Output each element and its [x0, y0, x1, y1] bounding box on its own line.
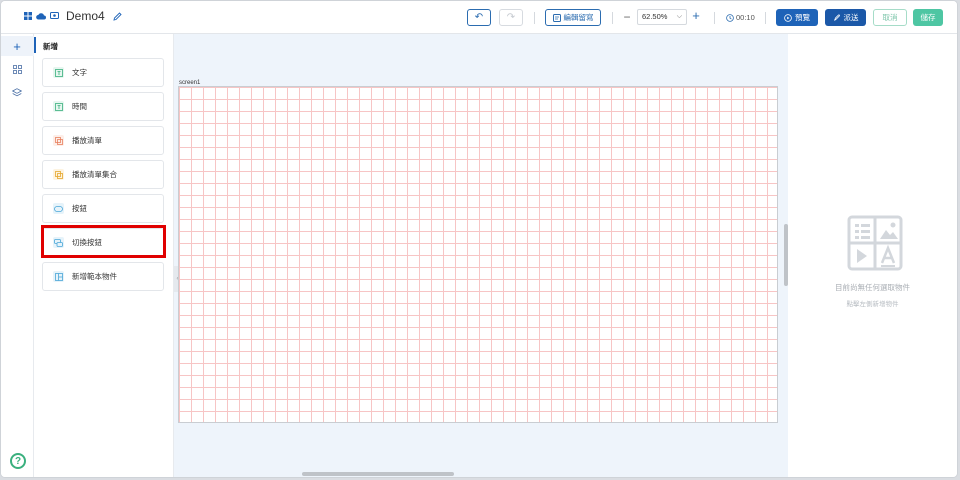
component-label: 播放清單集合: [72, 170, 117, 179]
design-screen-grid[interactable]: [178, 86, 778, 423]
cancel-label: 取消: [882, 13, 898, 22]
component-label: 按鈕: [72, 204, 87, 213]
divider: [765, 12, 766, 24]
panel-title: 新增: [43, 42, 58, 51]
top-toolbar: Demo4 ↶ ↷ 編輯留寫 − 62.50% ⌵ + 00:10 預覽 派送 …: [1, 1, 957, 34]
publish-label: 派送: [843, 13, 859, 22]
timer: 00:10: [726, 13, 755, 22]
zoom-out-button[interactable]: −: [622, 11, 632, 23]
button-icon: [53, 203, 64, 214]
publish-button[interactable]: 派送: [825, 9, 866, 26]
undo-icon: ↶: [474, 12, 484, 23]
zoom-value: 62.50%: [642, 12, 668, 21]
zoom-select[interactable]: 62.50% ⌵: [637, 9, 687, 25]
redo-icon: ↷: [506, 12, 516, 23]
app-window: Demo4 ↶ ↷ 編輯留寫 − 62.50% ⌵ + 00:10 預覽 派送 …: [0, 0, 958, 478]
zoom-in-button[interactable]: +: [691, 9, 701, 22]
template-icon: [53, 271, 64, 282]
component-item-playlist-set[interactable]: 播放清單集合: [42, 160, 164, 189]
divider: [612, 12, 613, 24]
timer-value: 00:10: [736, 13, 755, 22]
redo-button[interactable]: ↷: [499, 9, 523, 26]
edit-comment-label: 編輯留寫: [563, 13, 594, 22]
layers-icon[interactable]: [10, 85, 24, 99]
icon-rail: + ?: [1, 34, 34, 477]
help-icon[interactable]: ?: [10, 453, 26, 469]
empty-state-hint: 點擊左側新增物件: [846, 301, 899, 308]
time-icon: [53, 101, 64, 112]
save-button[interactable]: 儲存: [913, 9, 943, 26]
chevron-down-icon: ⌵: [676, 13, 682, 20]
comment-icon: [552, 13, 561, 22]
undo-button[interactable]: ↶: [467, 9, 491, 26]
empty-state-title: 目前尚無任何選取物件: [835, 283, 910, 292]
component-label: 播放清單: [72, 136, 102, 145]
edit-pencil-icon[interactable]: [113, 11, 123, 21]
component-label: 文字: [72, 68, 87, 77]
add-icon[interactable]: +: [10, 39, 24, 54]
clock-icon: [726, 13, 734, 22]
edit-comment-button[interactable]: 編輯留寫: [545, 9, 601, 26]
preview-label: 預覽: [795, 13, 810, 22]
component-label: 新增範本物件: [72, 272, 117, 281]
screen-icon: [49, 11, 59, 21]
highlight-box: [41, 225, 166, 258]
component-label: 時間: [72, 102, 87, 111]
canvas-area: ‹ screen1: [174, 34, 788, 477]
windows-icon: [23, 11, 33, 21]
save-label: 儲存: [920, 13, 936, 22]
horizontal-scrollbar[interactable]: [302, 472, 454, 476]
cancel-button[interactable]: 取消: [873, 9, 907, 26]
component-item-playlist[interactable]: 播放清單: [42, 126, 164, 155]
properties-panel: 目前尚無任何選取物件 點擊左側新增物件: [788, 34, 957, 477]
rocket-icon: [833, 14, 840, 21]
empty-media-icon: [847, 215, 903, 271]
component-item-time[interactable]: 時間: [42, 92, 164, 121]
component-item-text[interactable]: 文字: [42, 58, 164, 87]
grid-icon[interactable]: [10, 62, 24, 76]
preview-button[interactable]: 預覽: [776, 9, 818, 26]
component-item-button[interactable]: 按鈕: [42, 194, 164, 223]
divider: [534, 12, 535, 24]
text-icon: [53, 67, 64, 78]
document-title: Demo4: [66, 9, 105, 23]
component-item-add-template[interactable]: 新增範本物件: [42, 262, 164, 291]
panel-title-marker: [34, 37, 36, 53]
divider: [714, 12, 715, 24]
title-group: Demo4: [23, 9, 123, 23]
playlist-icon: [53, 135, 64, 146]
cloud-icon: [36, 11, 46, 21]
playlist-set-icon: [53, 169, 64, 180]
play-circle-icon: [784, 13, 792, 22]
